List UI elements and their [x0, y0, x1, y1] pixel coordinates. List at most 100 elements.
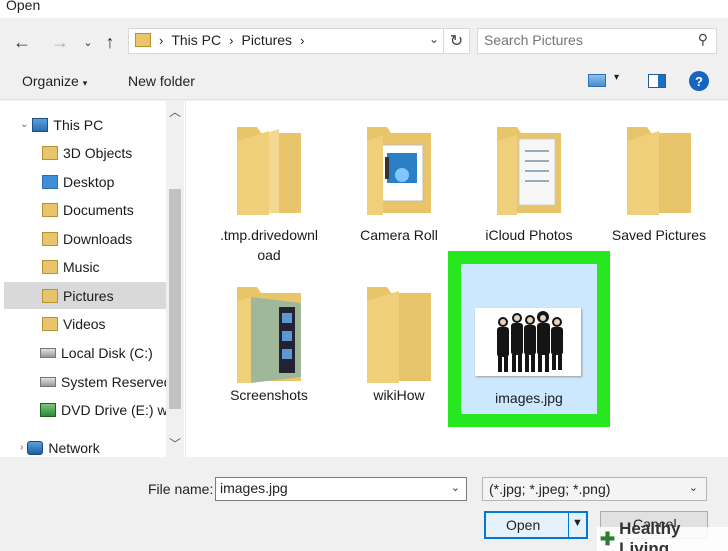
up-arrow-icon[interactable]: ↑: [98, 30, 122, 54]
organize-dropdown-icon: ▾: [82, 78, 88, 88]
sidebar-item-videos[interactable]: Videos: [42, 310, 166, 337]
download-folder-icon: [42, 231, 58, 246]
sidebar-item-system-reserved[interactable]: System Reserved: [40, 368, 166, 395]
sidebar-item-this-pc[interactable]: ⌄ This PC: [20, 111, 166, 138]
back-arrow-icon[interactable]: ←: [10, 30, 34, 54]
scrollbar-thumb[interactable]: [169, 189, 181, 409]
breadcrumb-this-pc[interactable]: This PC: [171, 32, 221, 48]
file-tile-images-jpg[interactable]: images.jpg: [448, 251, 610, 427]
file-type-dropdown-icon[interactable]: ⌄: [689, 481, 698, 494]
sidebar-item-label: Music: [63, 258, 100, 275]
documents-folder-icon: [497, 127, 561, 215]
new-folder-button[interactable]: New folder: [128, 73, 195, 89]
sidebar-item-label: DVD Drive (E:) w: [61, 401, 166, 418]
recent-chevron-icon[interactable]: ⌄: [76, 30, 100, 54]
scroll-down-icon[interactable]: ﹀: [169, 435, 181, 452]
pictures-folder-icon: [42, 288, 58, 303]
toolbar: Organize ▾ New folder ▾: [0, 66, 728, 100]
sidebar-item-label: Network: [48, 439, 100, 456]
address-bar[interactable]: › This PC › Pictures › ⌄ ↻: [128, 28, 470, 54]
dvd-icon: [40, 402, 56, 417]
file-name-input[interactable]: [220, 480, 440, 496]
refresh-icon[interactable]: ↻: [443, 29, 469, 53]
open-button-divider: [568, 513, 569, 537]
sidebar-item-label: 3D Objects: [63, 144, 133, 161]
file-name: Screenshots: [230, 387, 308, 403]
sidebar-item-pictures[interactable]: Pictures: [4, 282, 166, 309]
healthy-living-logo-icon: ✚: [600, 528, 616, 549]
window-title: Open: [6, 0, 41, 13]
screenshots-folder-icon: [237, 287, 301, 383]
organize-button[interactable]: Organize ▾: [22, 73, 87, 89]
file-name: Saved Pictures: [611, 227, 707, 243]
file-name-label: File name:: [148, 481, 214, 497]
breadcrumb-separator-icon[interactable]: ›: [229, 33, 233, 48]
collapse-chevron-icon[interactable]: ⌄: [20, 119, 28, 130]
open-button[interactable]: Open ▼: [484, 511, 588, 539]
sidebar-scrollbar[interactable]: ︿ ﹀: [166, 101, 184, 457]
band-photo-icon: [497, 311, 563, 372]
help-icon[interactable]: ?: [689, 71, 709, 91]
search-input[interactable]: [484, 32, 684, 48]
file-name: .tmp.drivedownl: [219, 227, 319, 243]
open-button-label: Open: [506, 517, 541, 533]
folder-icon: [367, 287, 431, 383]
folder-icon: [42, 202, 58, 217]
sidebar-item-label: System Reserved: [61, 373, 166, 390]
file-name-dropdown-icon[interactable]: ⌄: [451, 481, 460, 494]
title-bar: Open: [0, 0, 728, 18]
sidebar-item-label: Desktop: [63, 173, 115, 190]
sidebar-item-local-disk[interactable]: Local Disk (C:): [40, 339, 166, 366]
folder-icon: [42, 145, 58, 160]
folder-icon: [42, 174, 58, 189]
sidebar-item-label: Videos: [63, 315, 106, 332]
network-icon: [27, 440, 44, 455]
file-tile-camera-roll[interactable]: Camera Roll: [324, 111, 474, 251]
file-name-combobox[interactable]: ⌄: [215, 477, 467, 501]
sidebar-item-label: Local Disk (C:): [61, 344, 153, 361]
address-dropdown-icon[interactable]: ⌄: [429, 32, 439, 46]
scroll-up-icon[interactable]: ︿: [169, 103, 181, 120]
forward-arrow-icon[interactable]: →: [48, 30, 72, 54]
preview-pane-icon[interactable]: [648, 74, 666, 93]
sidebar-item-documents[interactable]: Documents: [42, 196, 166, 223]
sidebar-item-label: Downloads: [63, 230, 133, 247]
organize-label: Organize: [22, 73, 79, 89]
sidebar-item-dvd-drive[interactable]: DVD Drive (E:) w: [40, 396, 166, 423]
breadcrumb-separator-icon[interactable]: ›: [159, 33, 163, 48]
sidebar-item-label: This PC: [53, 116, 104, 133]
file-tile-saved-pictures[interactable]: Saved Pictures: [584, 111, 728, 251]
disk-icon: [40, 347, 56, 358]
sidebar-item-label: Documents: [63, 201, 134, 218]
search-box[interactable]: ⚲: [477, 28, 717, 54]
file-name: Camera Roll: [360, 227, 438, 243]
open-options-dropdown-icon[interactable]: ▼: [572, 517, 583, 529]
music-folder-icon: [42, 259, 58, 274]
media-folder-icon: [367, 127, 431, 215]
pictures-location-icon: [135, 33, 151, 47]
navigation-pane: ⌄ This PC 3D Objects Desktop Documents D…: [0, 101, 186, 457]
search-icon[interactable]: ⚲: [698, 31, 708, 48]
expand-chevron-icon[interactable]: ›: [20, 442, 23, 453]
videos-folder-icon: [42, 316, 58, 331]
breadcrumb-pictures[interactable]: Pictures: [241, 32, 292, 48]
sidebar-item-downloads[interactable]: Downloads: [42, 225, 166, 252]
folder-icon: [627, 127, 691, 215]
sidebar-item-label: Pictures: [63, 287, 114, 304]
watermark-text: Healthy Living: [619, 519, 681, 551]
sidebar-item-desktop[interactable]: Desktop: [42, 168, 166, 195]
pc-icon: [32, 117, 49, 132]
breadcrumb-separator-icon[interactable]: ›: [300, 33, 304, 48]
sidebar-item-music[interactable]: Music: [42, 253, 166, 280]
file-name-wrap: oad: [257, 247, 281, 263]
file-tile-icloud-photos[interactable]: iCloud Photos: [454, 111, 604, 251]
view-options-icon[interactable]: [588, 74, 606, 92]
file-name: iCloud Photos: [485, 227, 573, 243]
watermark: ✚ Healthy Living: [597, 519, 728, 551]
sidebar-item-3d-objects[interactable]: 3D Objects: [42, 139, 166, 166]
file-type-filter[interactable]: (*.jpg; *.jpeg; *.png) ⌄: [482, 477, 707, 501]
file-tile-tmp-drivedownload[interactable]: .tmp.drivedownl oad: [194, 111, 344, 263]
image-thumbnail: [475, 308, 581, 376]
file-tile-screenshots[interactable]: Screenshots: [194, 271, 344, 411]
view-dropdown-icon[interactable]: ▾: [614, 72, 619, 83]
